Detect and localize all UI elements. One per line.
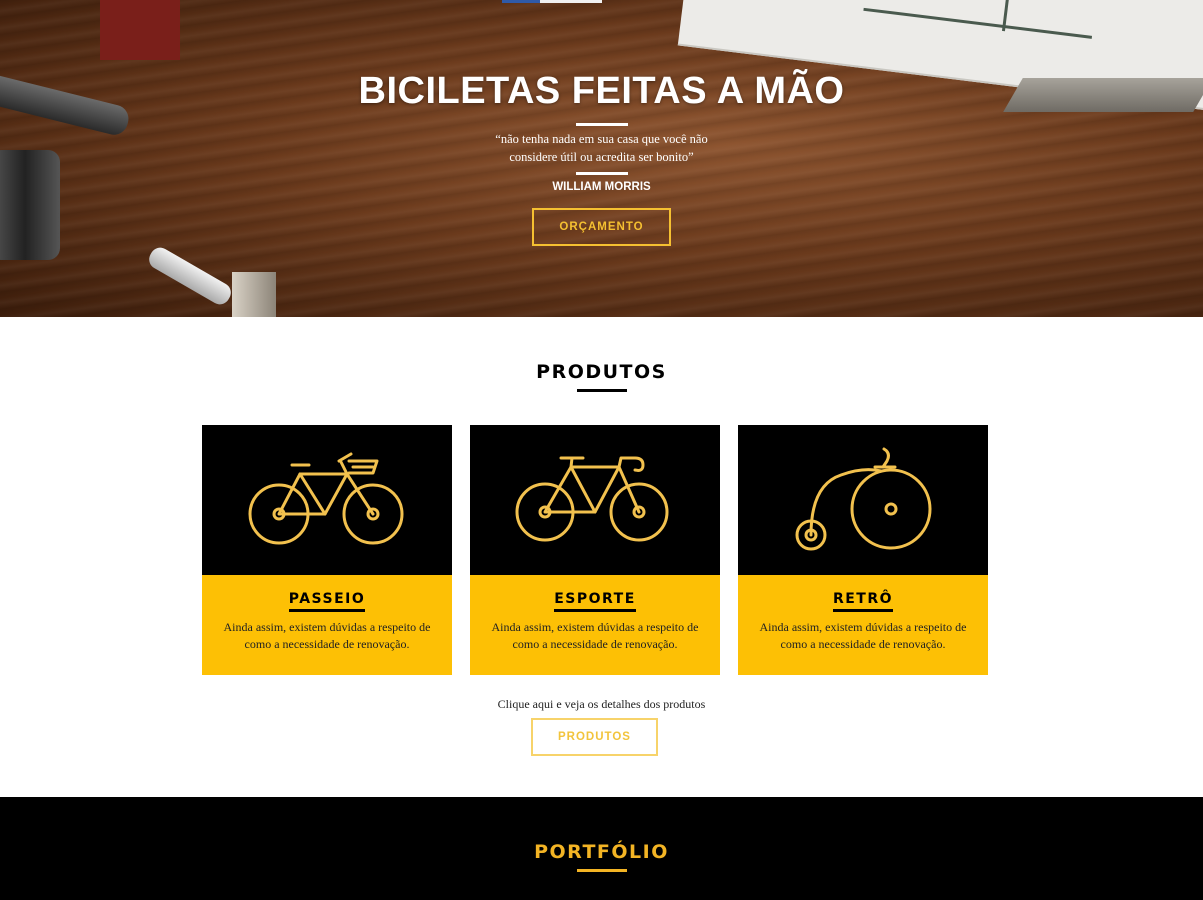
product-card-description: Ainda assim, existem dúvidas a respeito … [759,620,967,651]
produtos-button[interactable]: PRODUTOS [531,718,658,756]
product-card-description: Ainda assim, existem dúvidas a respeito … [491,620,699,651]
hero-title-divider [575,123,628,126]
penny-farthing-icon [795,447,932,551]
product-card-body: ESPORTE Ainda assim, existem dúvidas a r… [470,575,720,675]
portfolio-section: PORTFÓLIO [0,797,1203,900]
nav-indicator-white [540,0,602,3]
hero-quote-divider [575,172,628,175]
road-bike-icon [515,456,669,542]
portfolio-title-divider [576,869,627,872]
hero-title: BICILETAS FEITAS A MÃO [358,70,845,112]
nav-indicator-blue [502,0,540,3]
hero-quote: “não tenha nada em sua casa que você não… [495,132,708,164]
product-card-title: RETRÔ [832,591,894,612]
produtos-title: PRODUTOS [536,361,667,383]
product-card-title: ESPORTE [554,591,636,612]
product-card-esporte[interactable]: ESPORTE Ainda assim, existem dúvidas a r… [470,425,720,675]
product-card-image [202,425,452,575]
portfolio-title: PORTFÓLIO [534,841,669,863]
product-card-body: RETRÔ Ainda assim, existem dúvidas a res… [738,575,988,675]
hero-banner: BICILETAS FEITAS A MÃO “não tenha nada e… [0,0,1203,317]
hero-content: BICILETAS FEITAS A MÃO “não tenha nada e… [0,70,1203,246]
hero-quote-author: WILLIAM MORRIS [552,181,651,193]
product-card-title: PASSEIO [288,591,366,612]
screwdriver-bit-decoration [232,272,276,317]
produtos-title-divider [576,389,627,392]
produtos-details-note: Clique aqui e veja os detalhes dos produ… [497,697,706,711]
product-cards: PASSEIO Ainda assim, existem dúvidas a r… [202,425,988,675]
product-card-passeio[interactable]: PASSEIO Ainda assim, existem dúvidas a r… [202,425,452,675]
product-card-image [738,425,988,575]
product-card-description: Ainda assim, existem dúvidas a respeito … [223,620,431,651]
orcamento-button[interactable]: ORÇAMENTO [532,208,671,246]
red-box-decoration [100,0,180,60]
product-card-image [470,425,720,575]
product-card-body: PASSEIO Ainda assim, existem dúvidas a r… [202,575,452,675]
city-bike-icon [248,452,404,545]
screwdriver-decoration [145,243,235,309]
product-card-retro[interactable]: RETRÔ Ainda assim, existem dúvidas a res… [738,425,988,675]
produtos-section: PRODUTOS PASSEIO Ainda assim, existem dú… [0,317,1203,797]
